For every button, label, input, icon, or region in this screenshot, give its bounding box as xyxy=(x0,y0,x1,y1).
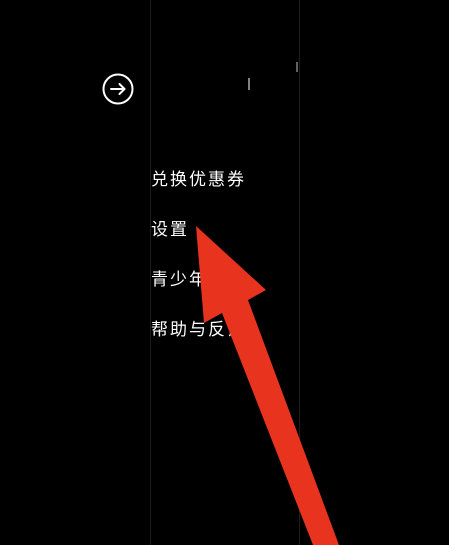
exit-button[interactable] xyxy=(102,73,134,105)
menu-item-settings[interactable]: 设置 xyxy=(151,215,246,265)
side-menu: 兑换优惠券 设置 青少年模式 帮助与反馈 xyxy=(151,165,246,365)
panel-divider-right xyxy=(299,0,300,545)
clipped-text-fragment xyxy=(248,78,250,90)
arrow-right-circle-icon xyxy=(102,73,134,105)
menu-item-teen-mode[interactable]: 青少年模式 xyxy=(151,265,246,315)
menu-item-help-feedback[interactable]: 帮助与反馈 xyxy=(151,315,246,365)
menu-item-redeem-coupon[interactable]: 兑换优惠券 xyxy=(151,165,246,215)
clipped-text-fragment xyxy=(296,62,298,72)
